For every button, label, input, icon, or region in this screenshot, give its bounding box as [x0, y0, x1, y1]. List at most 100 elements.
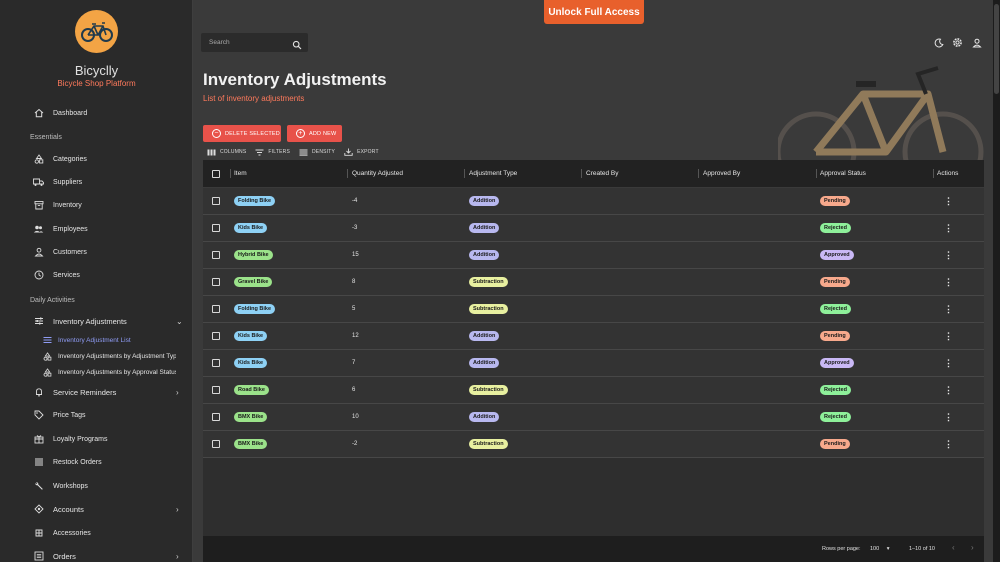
more-vert-icon[interactable]: ⋮: [944, 386, 953, 395]
table-row[interactable]: BMX Bike 10 Addition Rejected ⋮: [203, 404, 984, 431]
more-vert-icon[interactable]: ⋮: [944, 224, 953, 233]
column-header-approved-by[interactable]: Approved By: [703, 170, 740, 177]
columns-icon: [207, 149, 216, 155]
approval-status-chip: Approved: [820, 358, 854, 368]
sidebar-item-categories[interactable]: Categories: [0, 150, 192, 168]
more-vert-icon[interactable]: ⋮: [944, 305, 953, 314]
page-scrollbar[interactable]: [993, 0, 1000, 562]
select-all-checkbox[interactable]: [212, 170, 220, 178]
sidebar-item-inventory[interactable]: Inventory: [0, 196, 192, 214]
density-button[interactable]: DENSITY: [299, 149, 335, 156]
more-vert-icon[interactable]: ⋮: [944, 440, 953, 449]
row-checkbox[interactable]: [212, 386, 220, 394]
sidebar-item-label: Dashboard: [53, 109, 88, 117]
adjustment-type-chip: Subtraction: [469, 304, 508, 314]
sidebar-item-price-tags[interactable]: Price Tags: [0, 406, 192, 424]
sidebar-item-loyalty-programs[interactable]: Loyalty Programs: [0, 430, 192, 448]
sidebar-item-employees[interactable]: Employees: [0, 220, 192, 238]
columns-button[interactable]: COLUMNS: [207, 149, 246, 156]
row-checkbox[interactable]: [212, 440, 220, 448]
approval-status-chip: Pending: [820, 277, 850, 287]
row-checkbox[interactable]: [212, 359, 220, 367]
pagination-range: 1–10 of 10: [909, 546, 935, 552]
previous-page-icon[interactable]: ‹: [952, 543, 955, 552]
sidebar-item-dashboard[interactable]: Dashboard: [0, 104, 192, 122]
row-checkbox[interactable]: [212, 332, 220, 340]
filters-button[interactable]: FILTERS: [255, 149, 290, 156]
sidebar-item-services[interactable]: Services: [0, 266, 192, 284]
column-header-quantity-adjusted[interactable]: Quantity Adjusted: [352, 170, 403, 177]
sidebar-item-suppliers[interactable]: Suppliers: [0, 173, 192, 191]
sidebar-item-orders[interactable]: Orders ›: [0, 547, 192, 562]
row-checkbox[interactable]: [212, 305, 220, 313]
people-icon: [33, 224, 44, 235]
quantity-adjusted: 15: [352, 252, 359, 258]
search-input[interactable]: [201, 39, 286, 46]
adjustment-type-chip: Subtraction: [469, 439, 508, 449]
account-icon[interactable]: [971, 37, 982, 48]
sidebar-item-label: Accounts: [53, 504, 84, 514]
more-vert-icon[interactable]: ⋮: [944, 197, 953, 206]
dark-mode-icon[interactable]: [933, 37, 944, 48]
unlock-full-access-button[interactable]: Unlock Full Access: [544, 0, 644, 24]
sidebar-subitem-by-adjustment-type[interactable]: Inventory Adjustments by Adjustment Type: [0, 349, 192, 363]
rows-per-page-select[interactable]: 100 ▾: [870, 546, 889, 552]
row-checkbox[interactable]: [212, 224, 220, 232]
sidebar-item-label: Inventory Adjustments: [53, 316, 127, 326]
settings-icon[interactable]: [952, 37, 963, 48]
row-checkbox[interactable]: [212, 413, 220, 421]
more-vert-icon[interactable]: ⋮: [944, 332, 953, 341]
delete-selected-button[interactable]: − DELETE SELECTED: [203, 125, 281, 142]
table-row[interactable]: Kids Bike -3 Addition Rejected ⋮: [203, 215, 984, 242]
column-separator: [581, 169, 582, 178]
table-row[interactable]: Kids Bike 7 Addition Approved ⋮: [203, 350, 984, 377]
more-vert-icon[interactable]: ⋮: [944, 413, 953, 422]
column-header-adjustment-type[interactable]: Adjustment Type: [469, 170, 517, 177]
tune-icon: [33, 316, 44, 327]
search-icon[interactable]: [292, 37, 302, 55]
sidebar-item-customers[interactable]: Customers: [0, 243, 192, 261]
sidebar-item-inventory-adjustments[interactable]: Inventory Adjustments ⌄: [0, 312, 192, 330]
row-checkbox[interactable]: [212, 251, 220, 259]
sidebar-item-restock-orders[interactable]: Restock Orders: [0, 453, 192, 471]
brand-subtitle: Bicycle Shop Platform: [57, 79, 136, 88]
table-row[interactable]: BMX Bike -2 Subtraction Pending ⋮: [203, 431, 984, 458]
more-vert-icon[interactable]: ⋮: [944, 251, 953, 260]
export-button[interactable]: EXPORT: [344, 148, 379, 156]
sidebar-item-service-reminders[interactable]: Service Reminders ›: [0, 383, 192, 401]
item-chip: Folding Bike: [234, 196, 275, 206]
more-vert-icon[interactable]: ⋮: [944, 278, 953, 287]
table-row[interactable]: Road Bike 6 Subtraction Rejected ⋮: [203, 377, 984, 404]
adjustment-type-chip: Addition: [469, 412, 500, 422]
sidebar-item-label: Loyalty Programs: [53, 435, 108, 443]
column-header-created-by[interactable]: Created By: [586, 170, 619, 177]
item-chip: Kids Bike: [234, 223, 268, 233]
table-row[interactable]: Gravel Bike 8 Subtraction Pending ⋮: [203, 269, 984, 296]
sidebar-item-accessories[interactable]: Accessories: [0, 524, 192, 542]
adjustment-type-chip: Addition: [469, 196, 500, 206]
row-checkbox[interactable]: [212, 197, 220, 205]
column-header-approval-status[interactable]: Approval Status: [820, 170, 866, 177]
next-page-icon[interactable]: ›: [971, 543, 974, 552]
row-checkbox[interactable]: [212, 278, 220, 286]
table-row[interactable]: Folding Bike -4 Addition Pending ⋮: [203, 188, 984, 215]
accessories-icon: [33, 528, 44, 539]
adjustment-type-chip: Subtraction: [469, 277, 508, 287]
table-row[interactable]: Kids Bike 12 Addition Pending ⋮: [203, 323, 984, 350]
brand-logo[interactable]: [75, 10, 118, 53]
sidebar-item-label: Suppliers: [53, 178, 83, 186]
sidebar-item-label: Orders: [53, 551, 76, 561]
sidebar-item-accounts[interactable]: Accounts ›: [0, 500, 192, 518]
scrollbar-thumb[interactable]: [994, 4, 999, 94]
column-header-item[interactable]: Item: [234, 170, 247, 177]
sidebar-item-workshops[interactable]: Workshops: [0, 477, 192, 495]
sidebar-subitem-inventory-adjustment-list[interactable]: Inventory Adjustment List: [0, 333, 192, 347]
add-new-button[interactable]: + ADD NEW: [287, 125, 342, 142]
sidebar-subitem-by-approval-status[interactable]: Inventory Adjustments by Approval Status: [0, 365, 192, 379]
table-row[interactable]: Hybrid Bike 15 Addition Approved ⋮: [203, 242, 984, 269]
table-row[interactable]: Folding Bike 5 Subtraction Rejected ⋮: [203, 296, 984, 323]
more-vert-icon[interactable]: ⋮: [944, 359, 953, 368]
columns-label: COLUMNS: [220, 149, 247, 155]
approval-status-chip: Rejected: [820, 412, 851, 422]
delete-selected-label: DELETE SELECTED: [225, 130, 280, 137]
